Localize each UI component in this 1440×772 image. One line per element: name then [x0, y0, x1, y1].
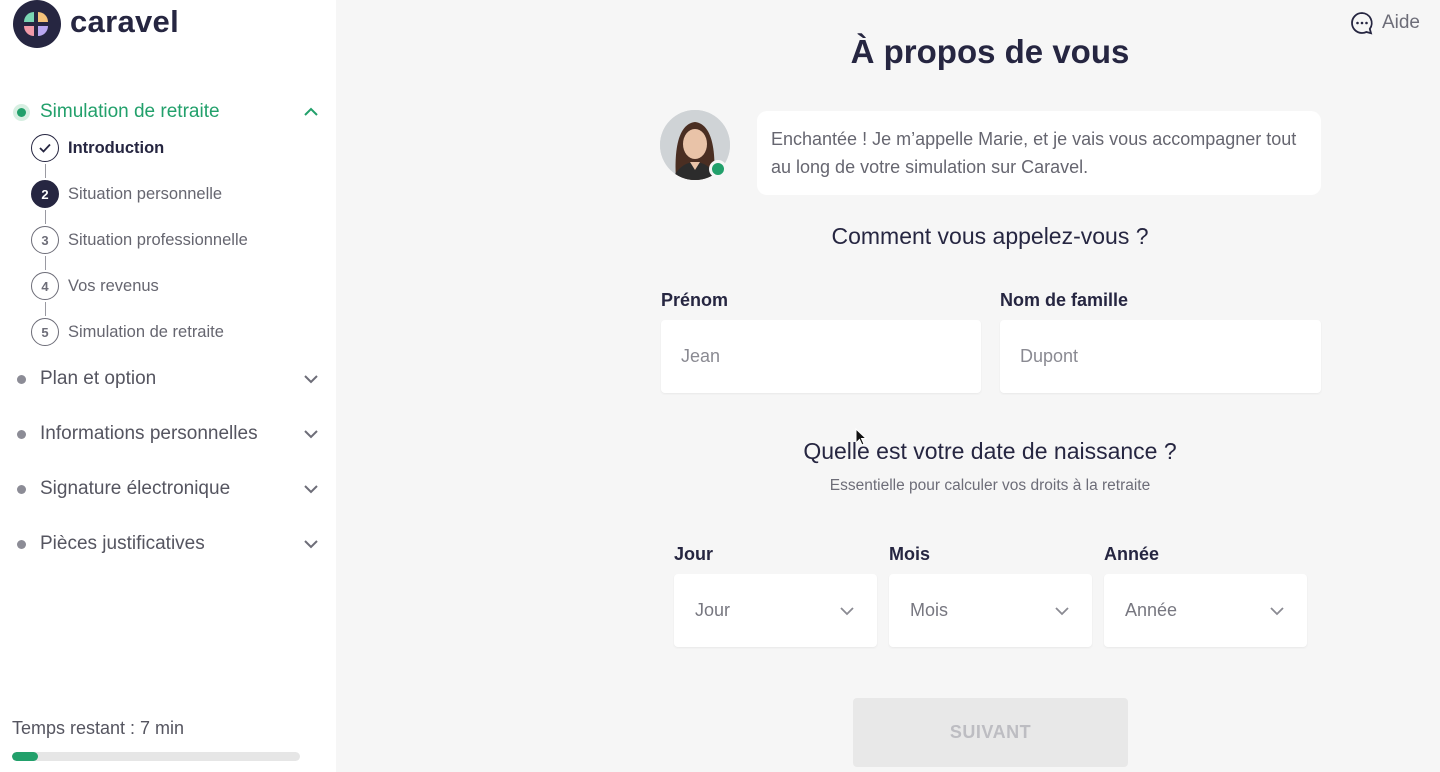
- year-select[interactable]: Année: [1104, 574, 1307, 647]
- progress-bar: [12, 752, 300, 761]
- caravel-logo-icon: [13, 0, 61, 48]
- month-label: Mois: [889, 544, 931, 564]
- last-name-input[interactable]: [1000, 320, 1321, 393]
- step-connector: [44, 164, 46, 178]
- step-number: 4: [31, 272, 59, 300]
- help-label: Aide: [1381, 12, 1420, 33]
- sidebar-section-label: Pièces justificatives: [40, 533, 205, 554]
- step-item-vos-revenus[interactable]: 4 Vos revenus: [31, 272, 248, 318]
- active-section-dot: [17, 107, 26, 117]
- step-item-situation-professionnelle[interactable]: 3 Situation professionnelle: [31, 226, 248, 272]
- step-number: 3: [31, 226, 59, 254]
- sidebar-section-informations-personnelles[interactable]: Informations personnelles: [12, 419, 324, 449]
- birthdate-subtitle: Essentielle pour calculer vos droits à l…: [829, 477, 1151, 494]
- step-item-simulation-de-retraite[interactable]: 5 Simulation de retraite: [31, 318, 248, 364]
- step-list: Introduction 2 Situation personnelle 3 S…: [31, 134, 248, 364]
- sidebar-section-signature-electronique[interactable]: Signature électronique: [12, 474, 324, 504]
- check-icon: [31, 134, 59, 162]
- sidebar: caravel Simulation de retraite Introduct…: [0, 0, 336, 772]
- mouse-cursor-icon: [855, 428, 868, 446]
- month-select-value: Mois: [910, 600, 949, 620]
- chevron-up-icon[interactable]: [303, 104, 319, 120]
- day-label: Jour: [674, 544, 714, 564]
- step-connector: [44, 302, 46, 316]
- sidebar-section-label: Signature électronique: [40, 478, 231, 499]
- step-number: 2: [31, 180, 59, 208]
- next-button[interactable]: SUIVANT: [853, 698, 1128, 767]
- section-dot: [17, 539, 26, 549]
- birthdate-question: Quelle est votre date de naissance ?: [803, 438, 1177, 464]
- chevron-down-icon[interactable]: [303, 371, 319, 387]
- chevron-down-icon: [1055, 607, 1069, 616]
- time-remaining: Temps restant : 7 min: [12, 718, 185, 738]
- section-dot: [17, 429, 26, 439]
- month-select[interactable]: Mois: [889, 574, 1092, 647]
- help-button[interactable]: Aide: [1350, 11, 1420, 35]
- step-label: Situation personnelle: [68, 185, 223, 203]
- chat-bubble-icon: [1351, 12, 1373, 35]
- step-label: Simulation de retraite: [68, 323, 224, 341]
- step-number: 5: [31, 318, 59, 346]
- brand-name: caravel: [70, 4, 179, 39]
- section-dot: [17, 374, 26, 384]
- step-item-situation-personnelle[interactable]: 2 Situation personnelle: [31, 180, 248, 226]
- step-item-introduction[interactable]: Introduction: [31, 134, 248, 180]
- first-name-input[interactable]: [661, 320, 981, 393]
- chevron-down-icon[interactable]: [303, 426, 319, 442]
- online-status-dot: [709, 160, 727, 178]
- step-label: Introduction: [68, 139, 165, 157]
- chevron-down-icon: [840, 607, 854, 616]
- assistant-message: Enchantée ! Je m’appelle Marie, et je va…: [757, 111, 1321, 195]
- step-connector: [44, 256, 46, 270]
- year-label: Année: [1104, 544, 1160, 564]
- chevron-down-icon[interactable]: [303, 481, 319, 497]
- sidebar-section-pieces-justificatives[interactable]: Pièces justificatives: [12, 529, 324, 559]
- chevron-down-icon: [1270, 607, 1284, 616]
- sidebar-section-label: Plan et option: [40, 368, 157, 389]
- last-name-label: Nom de famille: [1000, 290, 1129, 310]
- step-label: Vos revenus: [68, 277, 159, 295]
- first-name-label: Prénom: [661, 290, 729, 310]
- page-title: À propos de vous: [850, 33, 1130, 70]
- sidebar-section-simulation[interactable]: Simulation de retraite: [12, 97, 324, 127]
- step-label: Situation professionnelle: [68, 231, 248, 249]
- chevron-down-icon[interactable]: [303, 536, 319, 552]
- name-question: Comment vous appelez-vous ?: [831, 223, 1149, 249]
- sidebar-section-label: Simulation de retraite: [40, 101, 220, 122]
- progress-fill: [12, 752, 38, 761]
- section-dot: [17, 484, 26, 494]
- step-connector: [44, 210, 46, 224]
- day-select-value: Jour: [695, 600, 731, 620]
- brand-logo[interactable]: caravel: [12, 0, 179, 48]
- sidebar-section-plan-et-option[interactable]: Plan et option: [12, 364, 324, 394]
- sidebar-section-label: Informations personnelles: [40, 423, 258, 444]
- year-select-value: Année: [1125, 600, 1178, 620]
- day-select[interactable]: Jour: [674, 574, 877, 647]
